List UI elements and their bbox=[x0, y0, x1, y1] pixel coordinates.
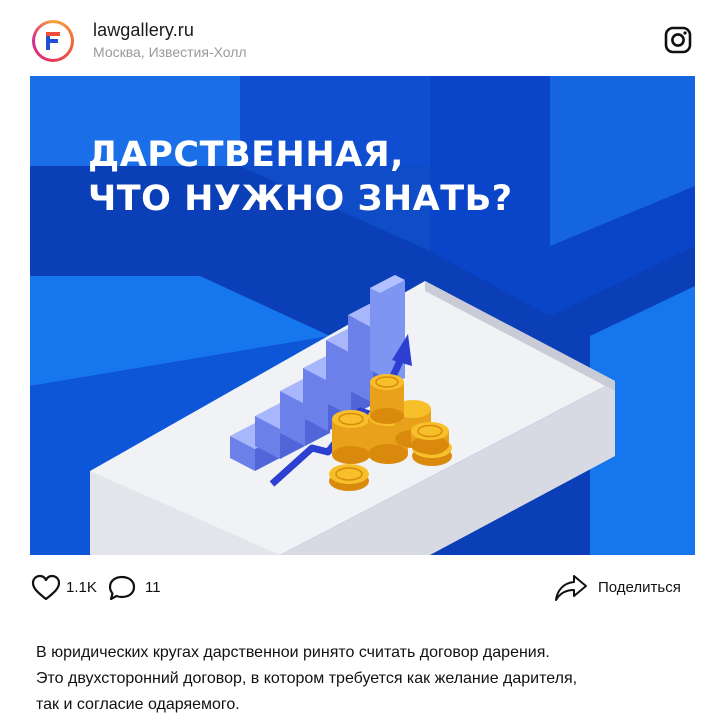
comment-icon[interactable] bbox=[107, 574, 137, 602]
headline-line-2: ЧТО НУЖНО ЗНАТЬ? bbox=[88, 179, 513, 219]
post-actions: 1.1K 11 Поделиться bbox=[0, 566, 726, 610]
post-caption: В юридических кругах дарственнои ринято … bbox=[36, 640, 706, 718]
post-header: lawgallery.ru Москва, Известия-Холл bbox=[0, 0, 726, 76]
share-button[interactable]: Поделиться bbox=[598, 579, 681, 596]
post-headline: ДАРСТВЕННАЯ, ЧТО НУЖНО ЗНАТЬ? bbox=[88, 133, 513, 221]
caption-line-1: В юридических кругах дарственнои ринято … bbox=[36, 644, 550, 661]
instagram-icon[interactable] bbox=[664, 26, 692, 54]
like-count[interactable]: 1.1K bbox=[66, 579, 97, 596]
avatar-logo-background bbox=[35, 23, 71, 59]
post-image[interactable]: ДАРСТВЕННАЯ, ЧТО НУЖНО ЗНАТЬ? bbox=[30, 76, 695, 555]
headline-line-1: ДАРСТВЕННАЯ, bbox=[88, 135, 404, 175]
share-icon[interactable] bbox=[554, 573, 588, 603]
location-label[interactable]: Москва, Известия-Холл bbox=[93, 44, 247, 60]
comment-count[interactable]: 11 bbox=[145, 579, 161, 596]
account-name[interactable]: lawgallery.ru bbox=[93, 20, 194, 41]
caption-line-3: так и согласие одаряемого. bbox=[36, 696, 240, 713]
avatar[interactable] bbox=[32, 20, 74, 62]
f-logo-icon bbox=[46, 32, 60, 50]
heart-icon[interactable] bbox=[31, 574, 61, 602]
caption-line-2: Это двухсторонний договор, в котором тре… bbox=[36, 670, 578, 687]
